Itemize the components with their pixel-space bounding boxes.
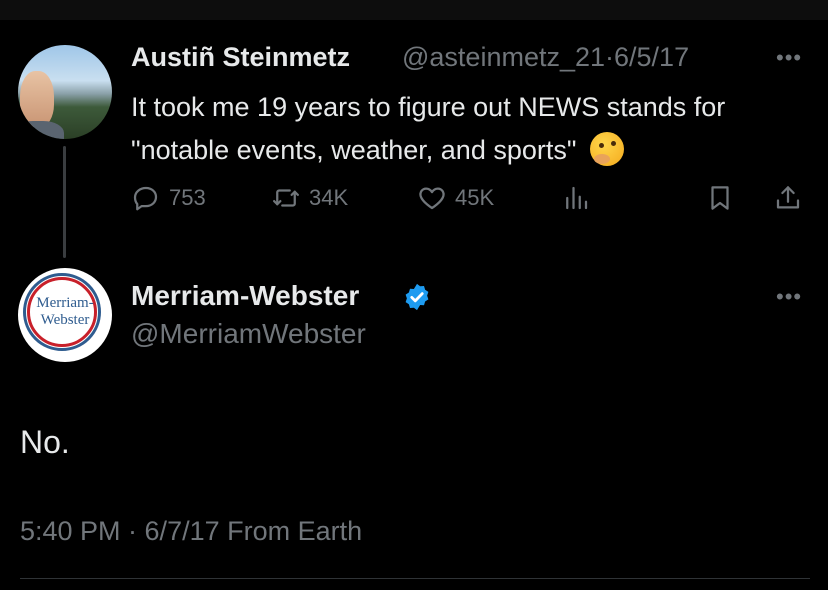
reply-count: 753 [169,185,206,210]
tweet-actions: 753 34K 45K [131,183,811,219]
heart-icon [419,187,445,210]
tweet-body: It took me 19 years to figure out NEWS s… [131,92,726,165]
status-bar-strip [0,0,828,20]
thinking-face-icon [589,132,624,166]
tweet-date[interactable]: 6/5/17 [614,42,689,72]
more-options-icon[interactable]: ••• [776,284,802,310]
share-icon [776,186,800,209]
tweet-text: It took me 19 years to figure out NEWS s… [131,86,791,172]
views-button[interactable] [561,183,591,213]
avatar-face [20,71,54,127]
bookmark-icon [711,186,729,210]
verified-badge-icon[interactable] [402,282,432,312]
reply-button[interactable]: 753 [131,183,206,213]
author-handle[interactable]: @asteinmetz_21 [402,42,605,72]
logo-line-2: Webster [40,312,90,328]
avatar-shirt [18,121,64,139]
retweet-icon [273,189,299,207]
thread-connector-line [63,146,66,258]
like-button[interactable]: 45K [417,183,494,213]
retweet-button[interactable]: 34K [271,183,348,213]
avatar-merriam-webster[interactable]: Merriam- Webster [18,268,112,362]
separator-dot: · [605,42,615,72]
author-handle-date[interactable]: @asteinmetz_21·6/5/17 [402,42,689,73]
logo-line-1: Merriam- [36,295,94,311]
reply-icon [133,186,158,211]
analytics-icon [566,186,588,210]
like-count: 45K [455,185,495,210]
more-options-icon[interactable]: ••• [776,45,802,71]
bookmark-button[interactable] [705,183,735,213]
share-button[interactable] [773,183,803,213]
retweet-count: 34K [309,185,349,210]
author-name[interactable]: Austiñ Steinmetz [131,42,350,73]
reply-author-handle[interactable]: @MerriamWebster [131,318,366,350]
divider [20,578,810,579]
avatar-asteinmetz[interactable] [18,45,112,139]
merriam-webster-logo: Merriam- Webster [18,295,112,329]
tweet-timestamp[interactable]: 5:40 PM · 6/7/17 From Earth [20,516,362,547]
reply-tweet-text: No. [20,424,70,460]
reply-author-name[interactable]: Merriam-Webster [131,280,359,312]
